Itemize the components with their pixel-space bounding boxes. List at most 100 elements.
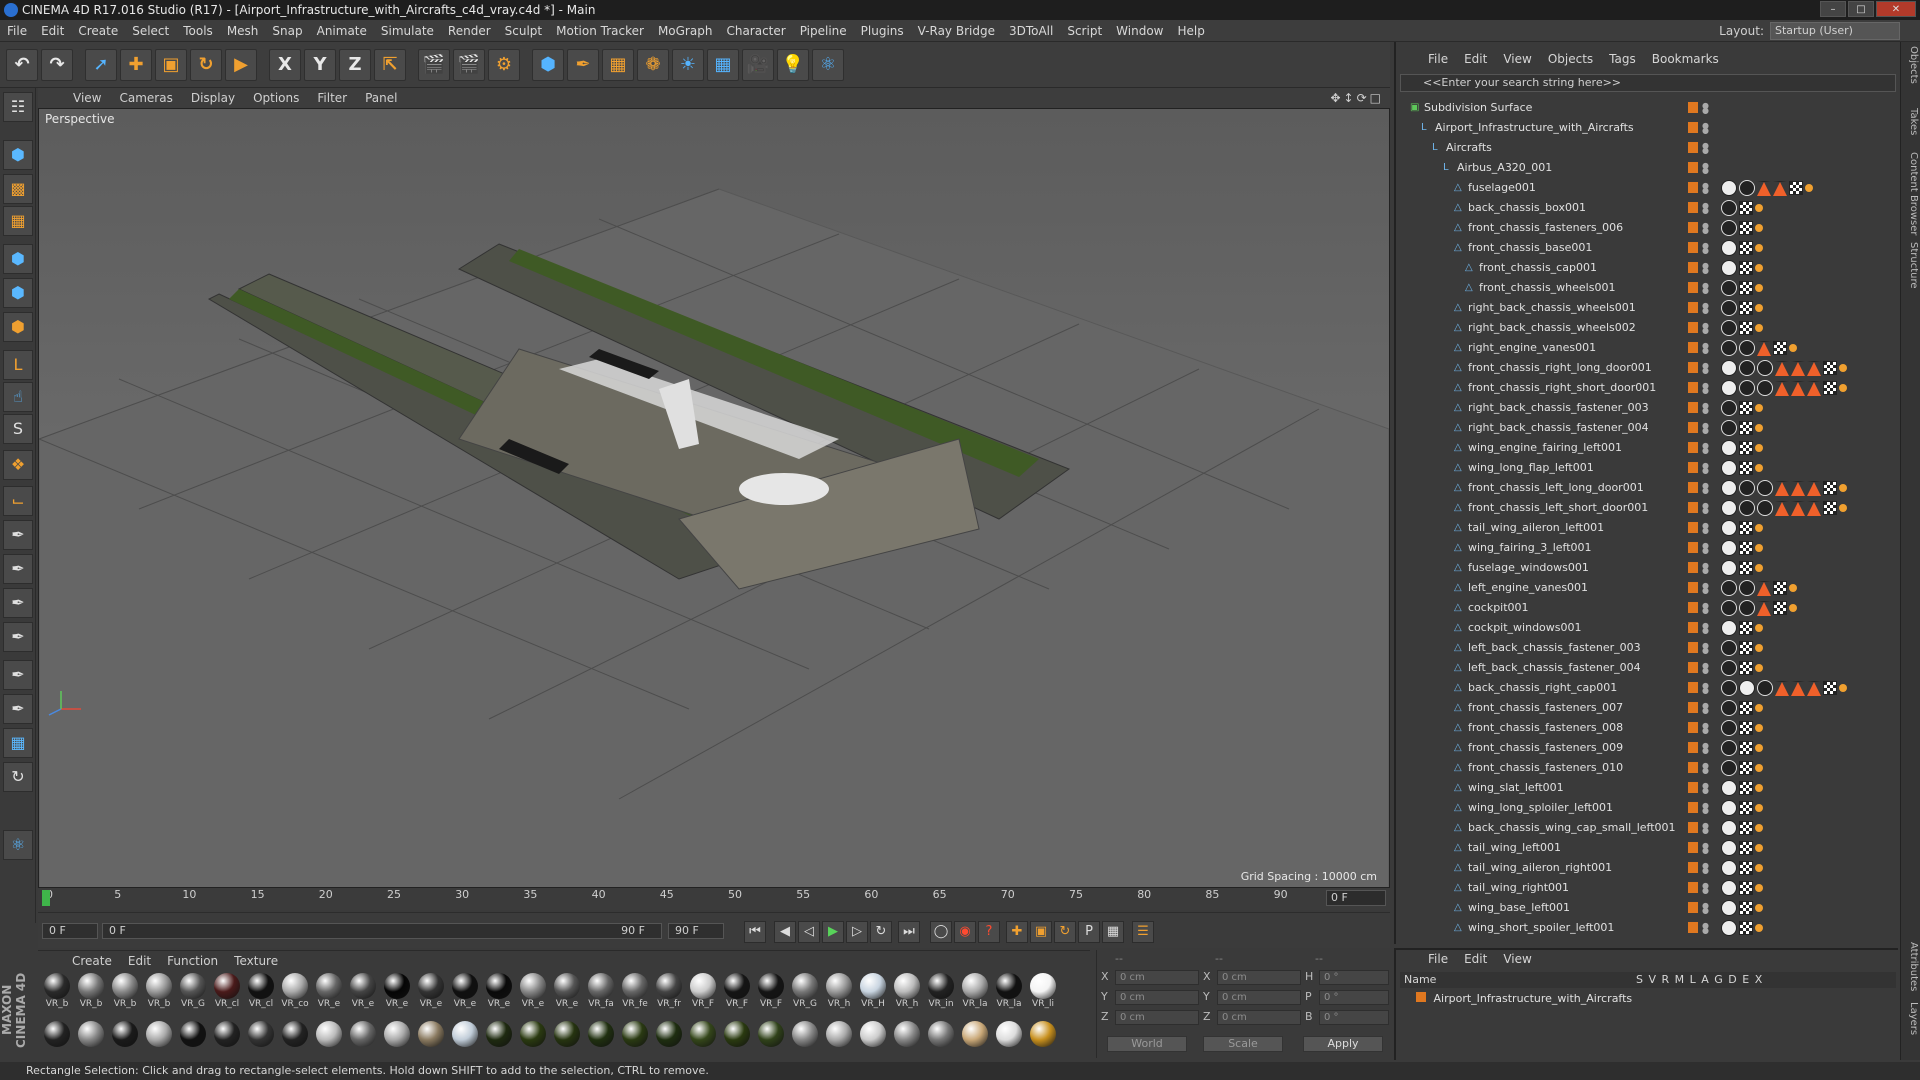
points-mode-icon[interactable]: ⬢ bbox=[3, 244, 33, 274]
layer-color-swatch[interactable] bbox=[1688, 542, 1698, 553]
material-tag-icon[interactable] bbox=[1721, 180, 1737, 196]
material-tag-icon[interactable] bbox=[1739, 480, 1755, 496]
material-swatch[interactable] bbox=[144, 1021, 174, 1061]
material-swatch[interactable]: VR_cl bbox=[212, 973, 242, 1013]
material-swatch[interactable] bbox=[450, 1021, 480, 1061]
material-swatch[interactable]: VR_cl bbox=[246, 973, 276, 1013]
object-row[interactable]: △ front_chassis_wheels001 ● ● bbox=[1396, 278, 1890, 298]
move-tool-icon[interactable]: ✚ bbox=[120, 48, 152, 81]
object-row[interactable]: △ tail_wing_left001 ● ● bbox=[1396, 838, 1890, 858]
material-swatch[interactable] bbox=[926, 1021, 956, 1061]
phong-tag-icon[interactable] bbox=[1775, 361, 1789, 376]
material-swatch[interactable] bbox=[178, 1021, 208, 1061]
go-to-end-icon[interactable]: ⏭ bbox=[898, 921, 920, 943]
object-row[interactable]: △ wing_long_flap_left001 ● ● bbox=[1396, 458, 1890, 478]
object-row[interactable]: L Aircrafts ● ● bbox=[1396, 138, 1890, 158]
selection-tag-icon[interactable] bbox=[1755, 624, 1763, 632]
menu-file[interactable]: File bbox=[0, 24, 34, 38]
uvw-tag-icon[interactable] bbox=[1773, 581, 1787, 595]
play-icon[interactable]: ▶ bbox=[822, 921, 844, 943]
selection-tag-icon[interactable] bbox=[1755, 864, 1763, 872]
viewport-menu-filter[interactable]: Filter bbox=[310, 91, 354, 105]
object-row[interactable]: L Airbus_A320_001 ● ● bbox=[1396, 158, 1890, 178]
light-icon[interactable]: 💡 bbox=[777, 48, 809, 81]
current-frame-field[interactable]: 0 F bbox=[1326, 890, 1386, 906]
selection-tag-icon[interactable] bbox=[1755, 224, 1763, 232]
material-swatch[interactable]: VR_b bbox=[76, 973, 106, 1013]
menu-mesh[interactable]: Mesh bbox=[220, 24, 266, 38]
object-menu-edit[interactable]: Edit bbox=[1456, 52, 1495, 66]
selection-tag-icon[interactable] bbox=[1755, 724, 1763, 732]
layer-color-swatch[interactable] bbox=[1688, 222, 1698, 233]
phong-tag-icon[interactable] bbox=[1791, 361, 1805, 376]
menu-create[interactable]: Create bbox=[71, 24, 125, 38]
material-swatch[interactable] bbox=[620, 1021, 650, 1061]
selection-tag-icon[interactable] bbox=[1755, 524, 1763, 532]
material-tag-icon[interactable] bbox=[1739, 360, 1755, 376]
material-swatch[interactable]: VR_F bbox=[756, 973, 786, 1013]
rotation-field[interactable]: 0 ° bbox=[1319, 970, 1389, 985]
viewport-menu-options[interactable]: Options bbox=[246, 91, 306, 105]
uvw-tag-icon[interactable] bbox=[1739, 741, 1753, 755]
menu-animate[interactable]: Animate bbox=[310, 24, 374, 38]
uvw-tag-icon[interactable] bbox=[1739, 641, 1753, 655]
visibility-dots-icon[interactable]: ● ● bbox=[1702, 742, 1709, 755]
layer-color-swatch[interactable] bbox=[1688, 502, 1698, 513]
autokey-icon[interactable]: ? bbox=[978, 921, 1000, 943]
material-swatch[interactable] bbox=[994, 1021, 1024, 1061]
layer-menu-edit[interactable]: Edit bbox=[1456, 952, 1495, 966]
object-row[interactable]: △ wing_base_left001 ● ● bbox=[1396, 898, 1890, 918]
layer-color-swatch[interactable] bbox=[1688, 762, 1698, 773]
material-swatch[interactable]: VR_H bbox=[858, 973, 888, 1013]
z-axis-lock-icon[interactable]: Z bbox=[339, 48, 371, 81]
viewport-menu-view[interactable]: View bbox=[66, 91, 108, 105]
material-swatch[interactable]: VR_la bbox=[994, 973, 1024, 1013]
material-tag-icon[interactable] bbox=[1721, 680, 1737, 696]
material-menu-function[interactable]: Function bbox=[159, 954, 226, 968]
object-menu-tags[interactable]: Tags bbox=[1601, 52, 1644, 66]
scale-tool-icon[interactable]: ▣ bbox=[155, 48, 187, 81]
uvw-tag-icon[interactable] bbox=[1739, 801, 1753, 815]
selection-tag-icon[interactable] bbox=[1755, 664, 1763, 672]
object-row[interactable]: △ cockpit_windows001 ● ● bbox=[1396, 618, 1890, 638]
object-row[interactable]: △ wing_slat_left001 ● ● bbox=[1396, 778, 1890, 798]
material-swatch[interactable]: VR_la bbox=[960, 973, 990, 1013]
phong-tag-icon[interactable] bbox=[1775, 481, 1789, 496]
layer-color-swatch[interactable] bbox=[1688, 342, 1698, 353]
visibility-dots-icon[interactable]: ● ● bbox=[1702, 242, 1709, 255]
material-swatch[interactable] bbox=[212, 1021, 242, 1061]
stamp-tool-icon[interactable]: ✒ bbox=[3, 622, 33, 652]
object-menu-bookmarks[interactable]: Bookmarks bbox=[1644, 52, 1727, 66]
selection-tag-icon[interactable] bbox=[1755, 904, 1763, 912]
phong-tag-icon[interactable] bbox=[1775, 681, 1789, 696]
position-field[interactable]: 0 cm bbox=[1115, 1010, 1199, 1025]
phong-tag-icon[interactable] bbox=[1807, 481, 1821, 496]
material-tag-icon[interactable] bbox=[1721, 360, 1737, 376]
close-button[interactable]: ✕ bbox=[1876, 1, 1916, 17]
material-tag-icon[interactable] bbox=[1721, 560, 1737, 576]
material-tag-icon[interactable] bbox=[1739, 180, 1755, 196]
visibility-dots-icon[interactable]: ● ● bbox=[1702, 822, 1709, 835]
material-swatch[interactable]: VR_F bbox=[688, 973, 718, 1013]
magnet-icon[interactable]: ❖ bbox=[3, 450, 33, 480]
uvw-tag-icon[interactable] bbox=[1823, 501, 1837, 515]
object-row[interactable]: △ front_chassis_cap001 ● ● bbox=[1396, 258, 1890, 278]
visibility-dots-icon[interactable]: ● ● bbox=[1702, 382, 1709, 395]
uvw-tag-icon[interactable] bbox=[1823, 681, 1837, 695]
material-swatch[interactable] bbox=[382, 1021, 412, 1061]
layer-menu-file[interactable]: File bbox=[1420, 952, 1456, 966]
material-swatch[interactable] bbox=[552, 1021, 582, 1061]
material-swatch[interactable] bbox=[76, 1021, 106, 1061]
menu-tools[interactable]: Tools bbox=[176, 24, 220, 38]
minimize-button[interactable]: – bbox=[1820, 1, 1846, 17]
object-menu-file[interactable]: File bbox=[1420, 52, 1456, 66]
render-picture-viewer-icon[interactable]: 🎬 bbox=[453, 48, 485, 81]
visibility-dots-icon[interactable]: ● ● bbox=[1702, 362, 1709, 375]
material-tag-icon[interactable] bbox=[1721, 840, 1737, 856]
previous-frame-icon[interactable]: ◁ bbox=[798, 921, 820, 943]
material-menu-texture[interactable]: Texture bbox=[226, 954, 286, 968]
material-swatch[interactable] bbox=[348, 1021, 378, 1061]
material-swatch[interactable] bbox=[314, 1021, 344, 1061]
uvw-tag-icon[interactable] bbox=[1823, 361, 1837, 375]
object-row[interactable]: △ back_chassis_wing_cap_small_left001 ● ● bbox=[1396, 818, 1890, 838]
